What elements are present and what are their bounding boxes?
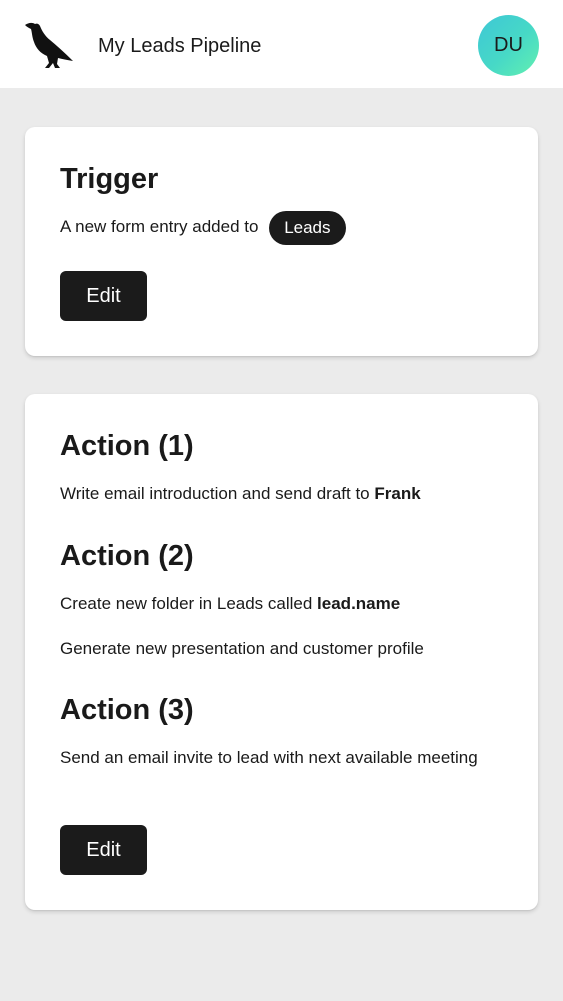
action-2-description: Create new folder in Leads called lead.n… — [60, 593, 500, 615]
action-3-heading: Action (3) — [60, 694, 194, 726]
action-1-heading: Action (1) — [60, 430, 194, 462]
action-2-description-2: Generate new presentation and customer p… — [60, 639, 424, 658]
app-header: My Leads Pipeline DU — [0, 0, 563, 88]
trigger-card: Trigger A new form entry added to Leads … — [25, 127, 538, 356]
action-1-text: Write email introduction and send draft … — [60, 484, 375, 503]
action-3-description: Send an email invite to lead with next a… — [60, 748, 478, 767]
trigger-description: A new form entry added to Leads — [60, 210, 500, 245]
actions-card: Action (1) Write email introduction and … — [25, 394, 538, 910]
trigger-edit-button[interactable]: Edit — [60, 271, 147, 321]
action-2-text: Create new folder in Leads called — [60, 594, 318, 613]
action-1-description: Write email introduction and send draft … — [60, 483, 500, 505]
action-1-recipient: Frank — [374, 484, 421, 503]
app-title: My Leads Pipeline — [98, 35, 262, 57]
trigger-heading: Trigger — [60, 163, 159, 195]
leads-tag[interactable]: Leads — [269, 210, 346, 245]
trigger-description-text: A new form entry added to — [60, 217, 259, 236]
action-2-heading: Action (2) — [60, 540, 194, 572]
action-2-folder-name: lead.name — [317, 594, 401, 613]
user-avatar[interactable]: DU — [478, 15, 539, 76]
crow-icon[interactable] — [22, 18, 76, 72]
actions-edit-button[interactable]: Edit — [60, 825, 147, 875]
